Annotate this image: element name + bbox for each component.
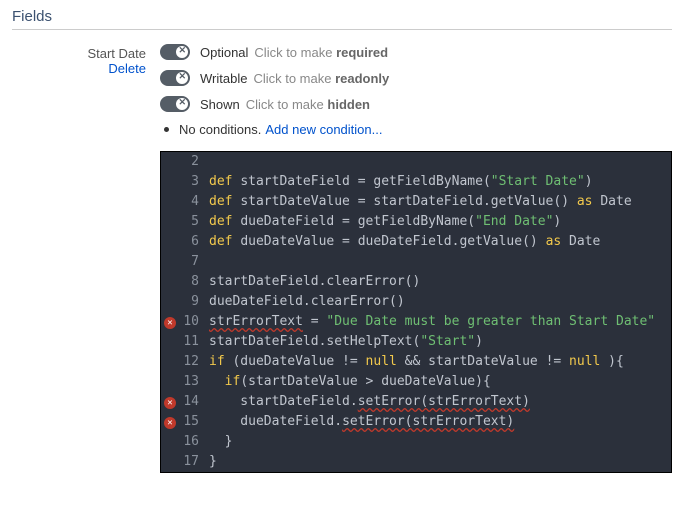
line-number: 6 — [179, 232, 209, 252]
toggle-shown[interactable] — [160, 96, 190, 112]
code-line[interactable]: 16 } — [161, 432, 671, 452]
toggle-hint[interactable]: Click to make readonly — [253, 71, 389, 86]
line-number: 9 — [179, 292, 209, 312]
delete-link[interactable]: Delete — [12, 61, 146, 76]
code-text[interactable]: } — [209, 432, 232, 452]
code-text[interactable]: strErrorText = "Due Date must be greater… — [209, 312, 655, 332]
code-text[interactable]: if(startDateValue > dueDateValue){ — [209, 372, 491, 392]
line-number: 8 — [179, 272, 209, 292]
error-gutter: ✕ — [161, 312, 179, 332]
toggle-label: Shown — [200, 97, 240, 112]
section-title: Fields — [12, 8, 672, 30]
hint-strong: readonly — [335, 71, 389, 86]
code-text[interactable]: startDateField.setHelpText("Start") — [209, 332, 483, 352]
toggle-hint[interactable]: Click to make required — [254, 45, 388, 60]
line-number: 16 — [179, 432, 209, 452]
right-column: Optional Click to make required Writable… — [160, 44, 672, 151]
toggle-row-writable: Writable Click to make readonly — [160, 70, 672, 86]
line-number: 4 — [179, 192, 209, 212]
code-line[interactable]: 13 if(startDateValue > dueDateValue){ — [161, 372, 671, 392]
toggle-writable[interactable] — [160, 70, 190, 86]
toggle-label: Optional — [200, 45, 248, 60]
code-text[interactable]: startDateField.setError(strErrorText) — [209, 392, 530, 412]
code-line[interactable]: 11startDateField.setHelpText("Start") — [161, 332, 671, 352]
hint-pre: Click to make — [246, 97, 328, 112]
code-text[interactable]: def dueDateValue = dueDateField.getValue… — [209, 232, 600, 252]
code-text[interactable]: dueDateField.setError(strErrorText) — [209, 412, 514, 432]
add-condition-link[interactable]: Add new condition... — [265, 122, 382, 137]
code-text[interactable]: startDateField.clearError() — [209, 272, 420, 292]
line-number: 14 — [179, 392, 209, 412]
toggle-label: Writable — [200, 71, 247, 86]
line-number: 10 — [179, 312, 209, 332]
line-number: 12 — [179, 352, 209, 372]
line-number: 3 — [179, 172, 209, 192]
toggle-row-shown: Shown Click to make hidden — [160, 96, 672, 112]
field-name-label: Start Date — [12, 46, 146, 61]
code-line[interactable]: 4def startDateValue = startDateField.get… — [161, 192, 671, 212]
error-icon[interactable]: ✕ — [164, 397, 176, 409]
code-text[interactable]: dueDateField.clearError() — [209, 292, 405, 312]
code-text[interactable]: def startDateField = getFieldByName("Sta… — [209, 172, 593, 192]
fields-row: Start Date Delete Optional Click to make… — [12, 44, 672, 151]
line-number: 5 — [179, 212, 209, 232]
bullet-icon — [164, 127, 169, 132]
hint-strong: hidden — [327, 97, 370, 112]
left-column: Start Date Delete — [12, 44, 160, 151]
code-line[interactable]: ✕10strErrorText = "Due Date must be grea… — [161, 312, 671, 332]
line-number: 7 — [179, 252, 209, 272]
line-number: 11 — [179, 332, 209, 352]
error-icon[interactable]: ✕ — [164, 317, 176, 329]
hint-pre: Click to make — [254, 45, 336, 60]
code-editor[interactable]: 23def startDateField = getFieldByName("S… — [160, 151, 672, 473]
toggle-row-optional: Optional Click to make required — [160, 44, 672, 60]
code-text[interactable]: if (dueDateValue != null && startDateVal… — [209, 352, 624, 372]
error-icon[interactable]: ✕ — [164, 417, 176, 429]
error-gutter: ✕ — [161, 412, 179, 432]
code-line[interactable]: 12if (dueDateValue != null && startDateV… — [161, 352, 671, 372]
line-number: 17 — [179, 452, 209, 472]
code-line[interactable]: 2 — [161, 152, 671, 172]
hint-strong: required — [336, 45, 388, 60]
code-line[interactable]: 17} — [161, 452, 671, 472]
code-line[interactable]: 8startDateField.clearError() — [161, 272, 671, 292]
code-line[interactable]: ✕15 dueDateField.setError(strErrorText) — [161, 412, 671, 432]
code-line[interactable]: 6def dueDateValue = dueDateField.getValu… — [161, 232, 671, 252]
conditions-text: No conditions. — [179, 122, 261, 137]
toggle-hint[interactable]: Click to make hidden — [246, 97, 370, 112]
error-gutter: ✕ — [161, 392, 179, 412]
hint-pre: Click to make — [253, 71, 335, 86]
code-line[interactable]: 7 — [161, 252, 671, 272]
code-text[interactable]: } — [209, 452, 217, 472]
conditions-row: No conditions. Add new condition... — [164, 122, 672, 137]
toggle-optional[interactable] — [160, 44, 190, 60]
code-line[interactable]: ✕14 startDateField.setError(strErrorText… — [161, 392, 671, 412]
line-number: 15 — [179, 412, 209, 432]
code-text[interactable]: def dueDateField = getFieldByName("End D… — [209, 212, 561, 232]
code-text[interactable]: def startDateValue = startDateField.getV… — [209, 192, 632, 212]
code-line[interactable]: 3def startDateField = getFieldByName("St… — [161, 172, 671, 192]
code-line[interactable]: 9dueDateField.clearError() — [161, 292, 671, 312]
line-number: 2 — [179, 152, 209, 172]
code-line[interactable]: 5def dueDateField = getFieldByName("End … — [161, 212, 671, 232]
line-number: 13 — [179, 372, 209, 392]
